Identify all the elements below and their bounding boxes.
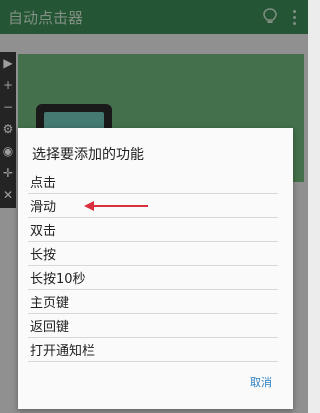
option-long-press[interactable]: 长按 [28, 242, 278, 266]
option-home-key[interactable]: 主页键 [28, 290, 278, 314]
annotation-arrow-icon [84, 201, 148, 211]
add-function-dialog: 选择要添加的功能 点击 滑动 双击 长按 长按10秒 主页键 返回键 打开通知栏… [18, 128, 293, 409]
option-label: 双击 [30, 224, 57, 239]
option-long-press-10s[interactable]: 长按10秒 [28, 266, 278, 290]
option-label: 长按 [30, 248, 57, 263]
option-swipe[interactable]: 滑动 [28, 194, 278, 218]
option-label: 点击 [30, 176, 57, 191]
dialog-title: 选择要添加的功能 [32, 147, 144, 163]
option-label: 长按10秒 [30, 272, 86, 287]
option-label: 返回键 [30, 320, 70, 335]
option-click[interactable]: 点击 [28, 170, 278, 194]
option-open-notifications[interactable]: 打开通知栏 [28, 338, 278, 362]
option-back-key[interactable]: 返回键 [28, 314, 278, 338]
option-label: 主页键 [30, 296, 70, 311]
option-label: 滑动 [30, 200, 57, 215]
option-double-click[interactable]: 双击 [28, 218, 278, 242]
cancel-button[interactable]: 取消 [250, 374, 282, 392]
option-label: 打开通知栏 [30, 344, 96, 359]
